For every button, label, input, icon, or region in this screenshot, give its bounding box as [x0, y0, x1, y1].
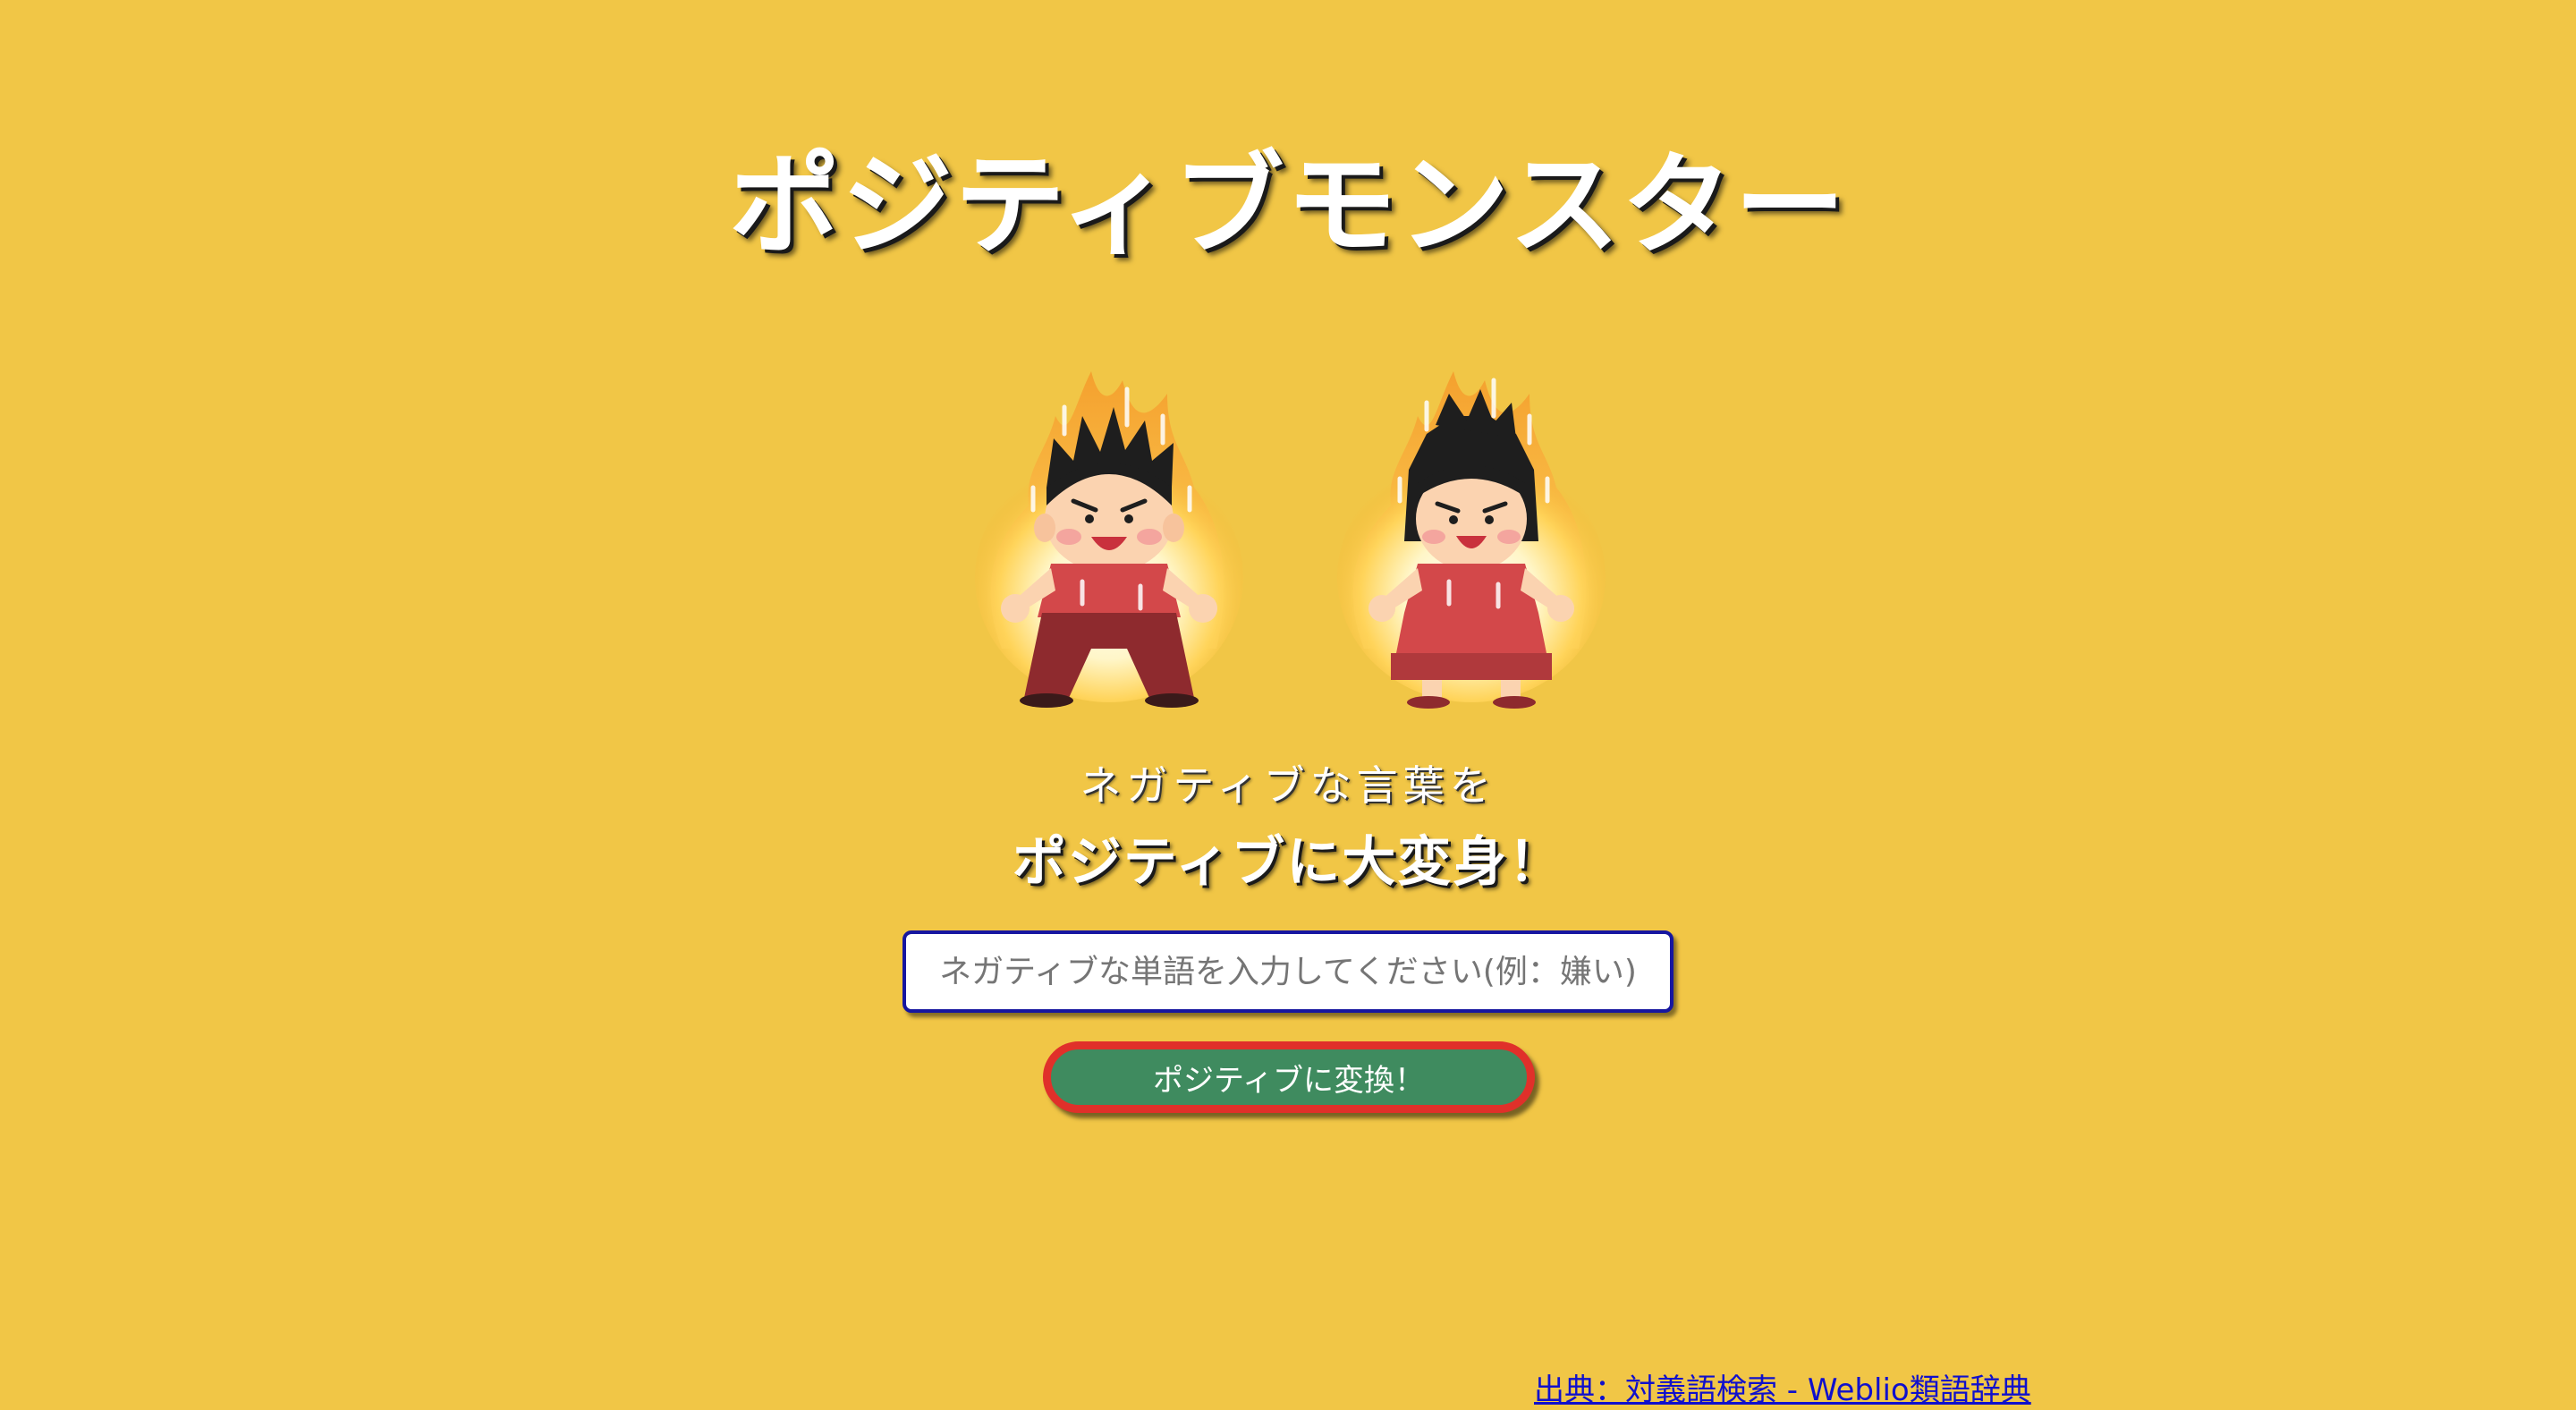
- tagline-line1: ネガティブな言葉を: [1080, 761, 1496, 810]
- convert-button[interactable]: ポジティブに変換！: [1043, 1041, 1535, 1113]
- source-link[interactable]: 出典：対義語検索 - Weblio類語辞典: [1534, 1371, 2031, 1410]
- flaming-boy-illustration: [975, 371, 1243, 708]
- hero-illustrations: [930, 353, 1646, 720]
- page-title: ポジティブモンスター: [728, 141, 1848, 270]
- negative-word-input[interactable]: [902, 930, 1674, 1013]
- tagline-line2: ポジティブに大変身！: [1012, 831, 1564, 894]
- flaming-girl-illustration: [1337, 371, 1606, 709]
